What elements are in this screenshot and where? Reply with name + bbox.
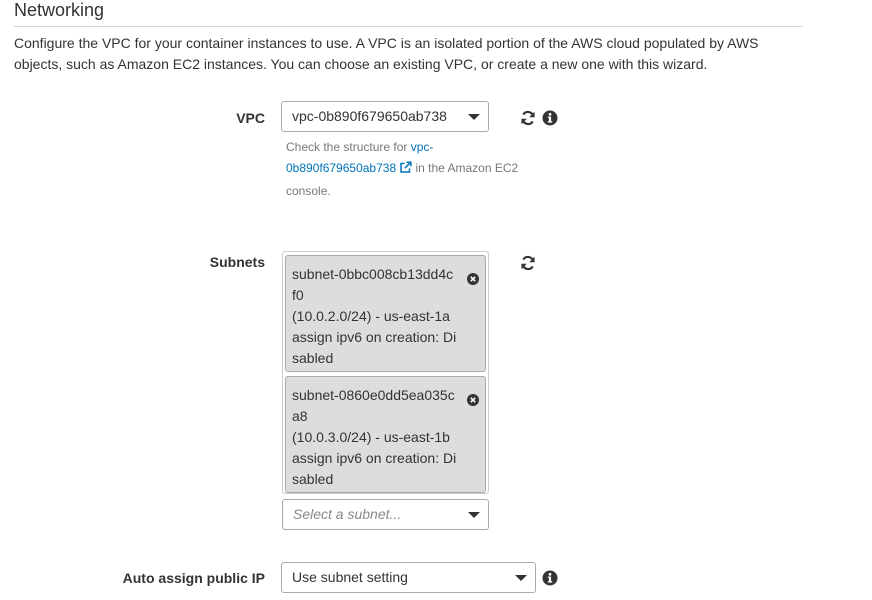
subnet-cidr-zone: (10.0.2.0/24) - us-east-1a (292, 308, 450, 324)
subnet-cidr-zone: (10.0.3.0/24) - us-east-1b (292, 429, 450, 445)
subnet-chip: subnet-0860e0dd5ea035ca8 (10.0.3.0/24) -… (285, 376, 486, 493)
section-divider (14, 26, 803, 27)
vpc-selected-value: vpc-0b890f679650ab738 (292, 108, 447, 124)
subnet-ipv6: assign ipv6 on creation: Disabled (292, 450, 457, 487)
subnet-id: subnet-0860e0dd5ea035ca8 (292, 387, 455, 424)
section-description: Configure the VPC for your container ins… (14, 35, 759, 72)
refresh-icon[interactable] (520, 110, 536, 126)
subnet-chip: subnet-0bbc008cb13dd4cf0 (10.0.2.0/24) -… (285, 255, 486, 372)
auto-assign-ip-label: Auto assign public IP (122, 570, 265, 586)
vpc-label: VPC (236, 110, 265, 126)
auto-assign-ip-value: Use subnet setting (292, 569, 408, 585)
info-icon[interactable] (542, 110, 558, 126)
subnet-ipv6: assign ipv6 on creation: Disabled (292, 329, 457, 366)
info-icon[interactable] (542, 570, 558, 586)
vpc-help-text: Check the structure for vpc-0b890f679650… (286, 137, 536, 202)
remove-subnet-icon[interactable] (467, 391, 479, 406)
subnets-multiselect[interactable]: subnet-0bbc008cb13dd4cf0 (10.0.2.0/24) -… (282, 251, 489, 494)
remove-subnet-icon[interactable] (467, 270, 479, 285)
refresh-icon[interactable] (520, 255, 536, 271)
subnet-select[interactable]: Select a subnet... (282, 499, 489, 530)
vpc-help-prefix: Check the structure for (286, 140, 411, 154)
section-title: Networking (14, 0, 105, 20)
chevron-down-icon (468, 114, 480, 120)
subnet-select-placeholder: Select a subnet... (293, 506, 402, 522)
external-link-icon[interactable] (399, 160, 412, 181)
chevron-down-icon (468, 512, 480, 518)
vpc-select[interactable]: vpc-0b890f679650ab738 (281, 101, 489, 132)
auto-assign-ip-select[interactable]: Use subnet setting (281, 562, 536, 593)
subnet-id: subnet-0bbc008cb13dd4cf0 (292, 266, 454, 303)
subnets-label: Subnets (209, 254, 265, 270)
chevron-down-icon (515, 575, 527, 581)
